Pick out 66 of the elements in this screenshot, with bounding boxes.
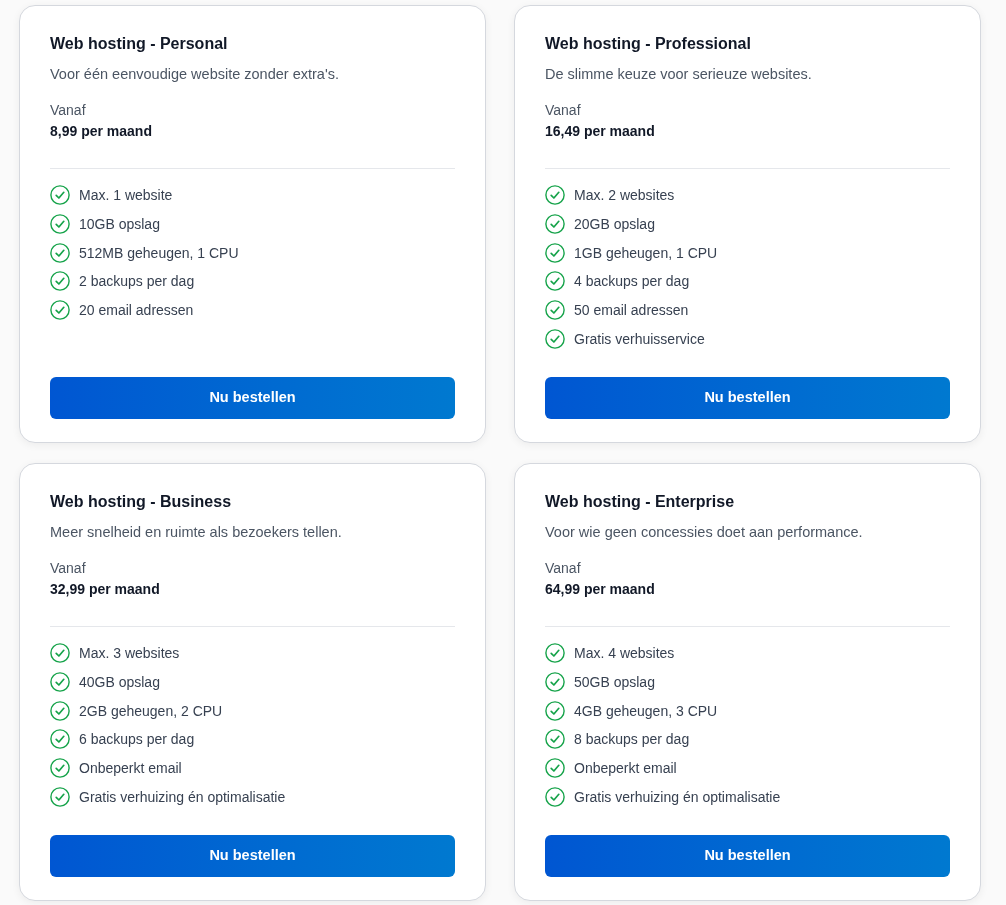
check-circle-icon [50, 643, 70, 663]
price-label: Vanaf [545, 559, 582, 578]
check-circle-icon [50, 213, 70, 234]
order-button[interactable]: Nu bestellen [50, 834, 455, 877]
check-circle-icon [50, 700, 70, 721]
plan-price: 16,49 per maand [545, 122, 656, 141]
feature-text: 50GB opslag [574, 672, 655, 692]
feature-text: 40GB opslag [79, 672, 160, 692]
feature-text: Onbeperkt email [574, 759, 677, 779]
check-circle-icon [50, 671, 70, 692]
order-button[interactable]: Nu bestellen [50, 377, 455, 419]
price-label: Vanaf [545, 101, 582, 120]
feature-text: 4GB geheugen, 3 CPU [574, 701, 718, 721]
check-circle-icon [545, 329, 565, 349]
check-circle-icon [50, 786, 70, 807]
check-circle-icon [50, 300, 70, 321]
plan-price: 32,99 per maand [50, 580, 161, 599]
price-label: Vanaf [50, 559, 87, 578]
feature-text: 1GB geheugen, 1 CPU [574, 243, 718, 263]
feature-text: 512MB geheugen, 1 CPU [79, 243, 239, 263]
plan-title: Web hosting - Enterprise [545, 492, 736, 512]
feature-text: Max. 4 websites [574, 644, 675, 663]
check-circle-icon [545, 786, 565, 807]
check-circle-icon [545, 671, 565, 692]
feature-text: 2 backups per dag [79, 272, 195, 292]
check-circle-icon [50, 758, 70, 779]
feature-text: 50 email adressen [574, 301, 689, 321]
feature-text: Gratis verhuizing én optimalisatie [574, 787, 781, 807]
feature-text: Onbeperkt email [79, 759, 182, 779]
price-label: Vanaf [50, 101, 87, 120]
feature-text: Max. 1 website [79, 186, 173, 205]
order-button[interactable]: Nu bestellen [545, 834, 950, 877]
plan-description: Voor één eenvoudige website zonder extra's. [50, 65, 340, 84]
feature-text: Gratis verhuisservice [574, 330, 705, 349]
plan-description: De slimme keuze voor serieuze websites. [545, 65, 813, 84]
feature-text: 10GB opslag [79, 214, 160, 234]
feature-text: Max. 2 websites [574, 186, 675, 205]
check-circle-icon [50, 729, 70, 750]
check-circle-icon [545, 271, 565, 292]
check-circle-icon [545, 242, 565, 263]
check-circle-icon [545, 300, 565, 321]
check-circle-icon [50, 185, 70, 205]
plan-title: Web hosting - Business [50, 492, 233, 512]
feature-text: 6 backups per dag [79, 730, 195, 750]
plan-price: 64,99 per maand [545, 580, 656, 599]
feature-text: 4 backups per dag [574, 272, 690, 292]
plan-title: Web hosting - Personal [50, 34, 229, 54]
feature-text: 2GB geheugen, 2 CPU [79, 701, 223, 721]
check-circle-icon [545, 185, 565, 205]
plan-description: Meer snelheid en ruimte als bezoekers tellen. [50, 523, 343, 542]
plan-price: 8,99 per maand [50, 122, 153, 141]
check-circle-icon [545, 213, 565, 234]
order-button[interactable]: Nu bestellen [545, 377, 950, 419]
check-circle-icon [545, 758, 565, 779]
check-circle-icon [545, 729, 565, 750]
feature-text: 8 backups per dag [574, 730, 690, 750]
check-circle-icon [545, 643, 565, 663]
check-circle-icon [50, 242, 70, 263]
check-circle-icon [545, 700, 565, 721]
feature-text: 20GB opslag [574, 214, 655, 234]
plan-description: Voor wie geen concessies doet aan performance. [545, 523, 864, 542]
feature-text: 20 email adressen [79, 301, 194, 321]
plan-title: Web hosting - Professional [545, 34, 752, 54]
feature-text: Gratis verhuizing én optimalisatie [79, 787, 286, 807]
check-circle-icon [50, 271, 70, 292]
feature-text: Max. 3 websites [79, 644, 180, 663]
